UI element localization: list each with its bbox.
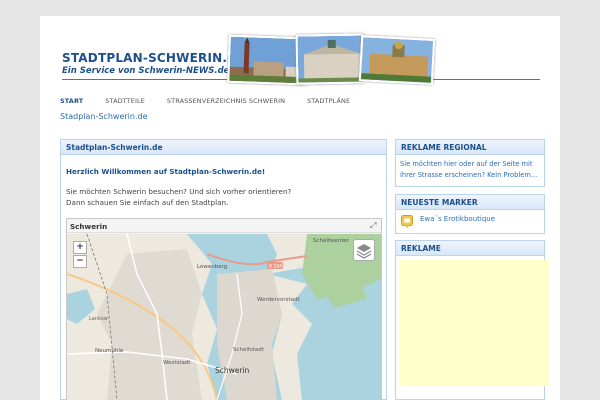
- site-logo[interactable]: STADTPLAN-SCHWERIN.de Ein Service von Sc…: [62, 51, 244, 76]
- main-content-box: Stadtplan-Schwerin.de Herzlich Willkomme…: [60, 139, 387, 400]
- nav-item-start[interactable]: START: [60, 97, 83, 105]
- main-box-title: Stadtplan-Schwerin.de: [61, 140, 386, 155]
- ads-box: REKLAME: [395, 240, 549, 400]
- map-label-road-b104: B 104: [269, 264, 282, 270]
- ads-title: REKLAME: [396, 241, 544, 256]
- map-label-werdervorstadt: Werdervorstadt: [257, 297, 301, 303]
- regional-ad-title: REKLAME REGIONAL: [396, 140, 544, 155]
- layers-icon[interactable]: [353, 239, 375, 261]
- newest-markers-title: NEUESTE MARKER: [396, 195, 544, 210]
- nav-item-strassenverzeichnis[interactable]: STRASSENVERZEICHNIS SCHWERIN: [167, 97, 285, 105]
- header-photo-theatre: [295, 33, 365, 85]
- marker-icon: [401, 215, 413, 229]
- marker-link[interactable]: Ewa´s Erotikboutique: [420, 215, 495, 223]
- welcome-heading: Herzlich Willkommen auf Stadtplan-Schwer…: [66, 167, 266, 176]
- map-label-schelfstadt: Schelfstadt: [233, 347, 265, 353]
- zoom-out-button[interactable]: −: [73, 255, 87, 268]
- newest-markers-box: NEUESTE MARKER Ewa´s Erotikboutique: [395, 194, 545, 234]
- nav-item-stadtplaene[interactable]: STADTPLÄNE: [307, 97, 350, 105]
- main-navigation: START STADTTEILE STRASSENVERZEICHNIS SCH…: [60, 97, 372, 105]
- regional-ad-box: REKLAME REGIONAL Sie möchten hier oder a…: [395, 139, 545, 187]
- map-widget: Schwerin ⤢ Schelfwerder Lewenberg Werder…: [66, 218, 382, 400]
- map-label-neumuehle: Neumühle: [95, 348, 124, 354]
- map-label-schelfwerder: Schelfwerder: [313, 238, 350, 244]
- map-label-weststadt: Weststadt: [163, 360, 191, 366]
- map-title: Schwerin: [67, 219, 381, 233]
- header-photo-castle: [358, 35, 436, 85]
- intro-text-line2: Dann schauen Sie einfach auf den Stadtpl…: [66, 198, 229, 207]
- logo-title: STADTPLAN-SCHWERIN.de: [62, 51, 245, 65]
- map-label-lewenberg: Lewenberg: [197, 264, 227, 270]
- fullscreen-icon[interactable]: ⤢: [370, 222, 378, 230]
- map-label-schwerin: Schwerin: [215, 366, 250, 375]
- intro-text-line1: Sie möchten Schwerin besuchen? Und sich …: [66, 187, 292, 196]
- map-canvas[interactable]: Schelfwerder Lewenberg Werdervorstadt Ne…: [67, 234, 381, 400]
- nav-item-stadtteile[interactable]: STADTTEILE: [105, 97, 145, 105]
- page: STADTPLAN-SCHWERIN.de Ein Service von Sc…: [40, 16, 560, 400]
- breadcrumb[interactable]: Stadplan-Schwerin.de: [60, 112, 148, 121]
- logo-subtitle: Ein Service von Schwerin-NEWS.de: [62, 66, 230, 76]
- map-label-lankow: Lankow: [89, 316, 108, 322]
- regional-ad-link[interactable]: Sie möchten hier oder auf der Seite mit …: [400, 159, 542, 181]
- ad-slot[interactable]: [400, 260, 549, 386]
- map-tiles: Schelfwerder Lewenberg Werdervorstadt Ne…: [67, 234, 381, 400]
- zoom-in-button[interactable]: +: [73, 241, 87, 254]
